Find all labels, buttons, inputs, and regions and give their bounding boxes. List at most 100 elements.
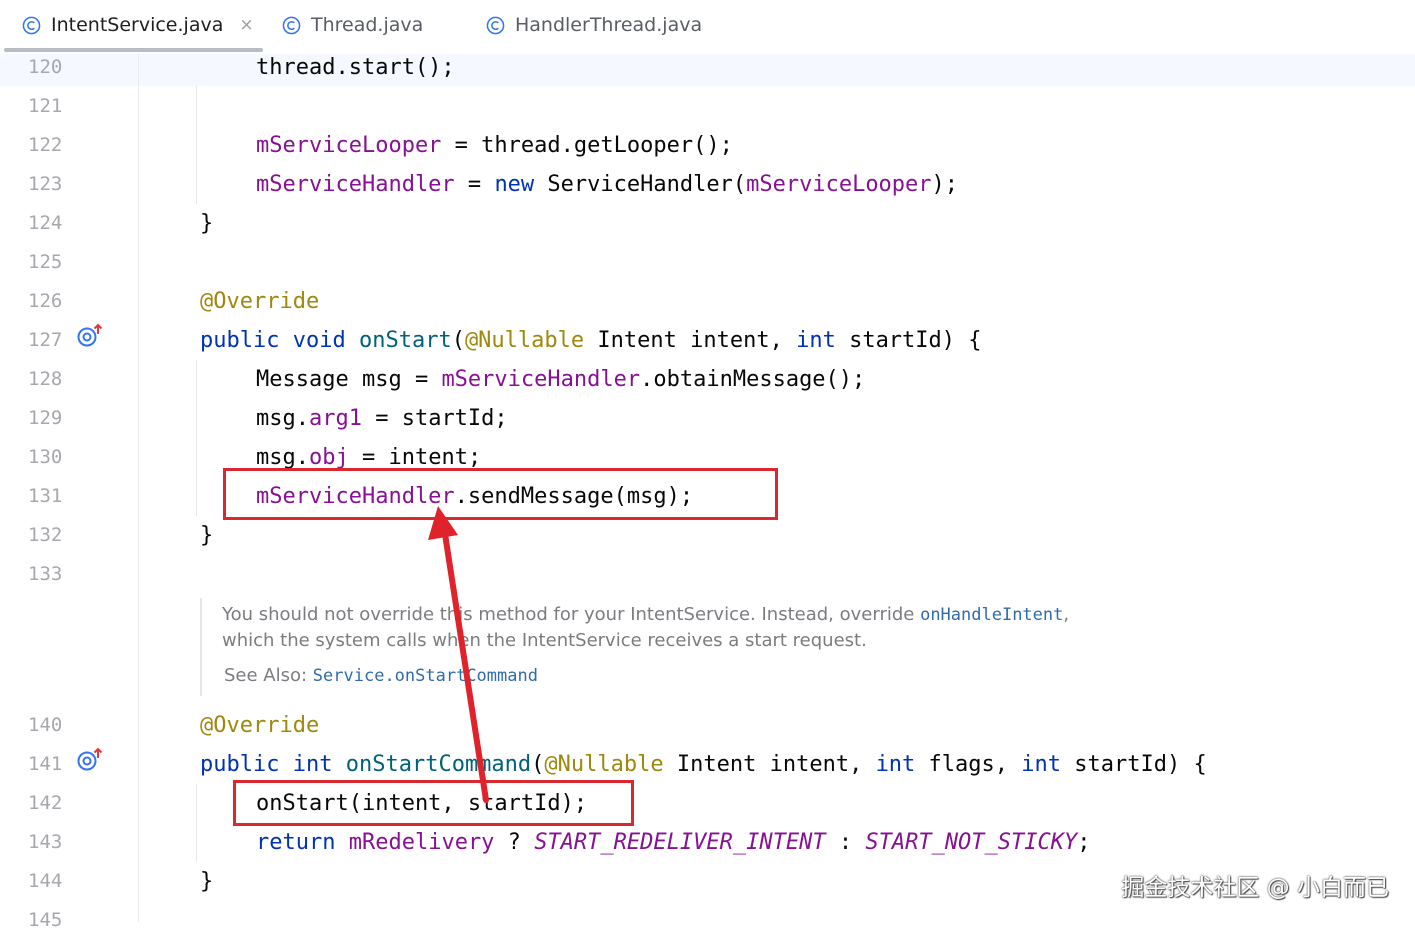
line-number: 143 [28,831,63,853]
code-text: Message msg = [256,367,442,392]
line-number: 131 [28,485,63,507]
watermark: 掘金技术社区 @ 小白而已 [1121,875,1389,901]
annotation-token: @Override [200,289,320,314]
javadoc-code-link[interactable]: onHandleIntent [920,605,1063,625]
method-name-token: onStart [358,328,452,353]
code-text: startId) { [835,328,982,353]
code-text: Intent intent, [663,752,876,777]
line-number: 140 [28,714,63,736]
javadoc-line: You should not override this method for … [222,604,1069,625]
code-line-143[interactable]: return mRedelivery ? START_REDELIVER_INT… [256,823,1091,862]
code-line-120[interactable]: thread.start(); [256,48,455,87]
line-number: 145 [28,909,63,931]
code-text: = startId; [361,406,508,431]
rendered-javadoc[interactable]: You should not override this method for … [200,598,1202,696]
indent-guide [196,360,197,516]
editor-tab-bar: IntentService.java × Thread.java Handler… [0,0,1415,55]
javadoc-text: You should not override this method for … [222,604,921,625]
keyword-token: int [292,752,333,777]
code-line-127[interactable]: public void onStart(@Nullable Intent int… [200,321,982,360]
line-number: 125 [28,251,63,273]
javadoc-text: See Also: [224,665,313,686]
tab-intentservice-java[interactable]: IntentService.java × [22,0,254,50]
constant-token: START_NOT_STICKY [865,830,1078,855]
code-text: = [454,172,495,197]
code-text: msg. [256,445,309,470]
javadoc-code-link[interactable]: Service.onStartCommand [313,666,538,686]
code-line-124[interactable]: } [200,204,213,243]
field-token: mServiceHandler [441,367,641,392]
tab-label: IntentService.java [51,14,224,36]
code-text: } [200,523,214,548]
keyword-token: void [292,328,346,353]
method-name-token: onStartCommand [345,752,532,777]
code-text: thread.start(); [256,55,455,80]
code-text: flags, [915,752,1022,777]
indent-guide [196,784,197,862]
line-number: 144 [28,870,63,892]
indent-guide [196,86,197,204]
code-text: Intent intent, [584,328,797,353]
line-number: 130 [28,446,63,468]
line-number: 128 [28,368,63,390]
field-token: obj [308,445,349,470]
field-token: mServiceHandler [256,172,455,197]
line-number: 123 [28,173,63,195]
code-text: : [825,830,866,855]
class-file-icon [486,16,505,34]
line-number: 126 [28,290,63,312]
code-line-123[interactable]: mServiceHandler = new ServiceHandler(mSe… [256,165,958,204]
tab-label: Thread.java [311,14,424,36]
keyword-token: public [200,752,280,777]
code-text: ; [1077,830,1091,855]
code-line-140[interactable]: @Override [200,706,319,745]
code-text: .obtainMessage(); [640,367,866,392]
field-token: mRedelivery [348,830,495,855]
code-line-122[interactable]: mServiceLooper = thread.getLooper(); [256,126,733,165]
keyword-token: int [1021,752,1062,777]
javadoc-see-also: See Also: Service.onStartCommand [224,665,538,686]
keyword-token: return [256,830,336,855]
javadoc-line: which the system calls when the IntentSe… [222,630,867,651]
line-number: 121 [28,95,63,117]
constant-token: START_REDELIVER_INTENT [534,830,826,855]
line-number: 129 [28,407,63,429]
code-text: ); [931,172,959,197]
annotation-token: @Override [200,713,320,738]
code-text: } [200,869,214,894]
tab-handlerthread-java[interactable]: HandlerThread.java [486,0,702,50]
line-number: 120 [28,56,63,78]
code-text: ( [531,752,545,777]
overrides-method-icon[interactable] [76,322,106,350]
javadoc-text: , [1063,604,1070,625]
highlight-box-onstart-call [233,780,634,826]
code-line-141[interactable]: public int onStartCommand(@Nullable Inte… [200,745,1207,784]
tab-thread-java[interactable]: Thread.java [282,0,423,50]
tab-label: HandlerThread.java [515,14,703,36]
code-line-132[interactable]: } [200,516,213,555]
annotation-token: @Nullable [464,328,585,353]
class-file-icon [282,16,301,34]
code-line-126[interactable]: @Override [200,282,319,321]
code-text: } [200,211,214,236]
keyword-token: new [494,172,535,197]
code-line-144[interactable]: } [200,862,213,901]
line-number: 133 [28,563,63,585]
keyword-token: public [200,328,280,353]
code-text: ? [494,830,535,855]
overrides-method-icon[interactable] [76,746,106,774]
line-number: 122 [28,134,63,156]
field-token: arg1 [308,406,362,431]
code-line-128[interactable]: Message msg = mServiceHandler.obtainMess… [256,360,865,399]
close-tab-icon[interactable]: × [239,15,253,35]
code-text: ( [451,328,465,353]
code-line-129[interactable]: msg.arg1 = startId; [256,399,508,438]
keyword-token: int [875,752,916,777]
line-number: 142 [28,792,63,814]
line-number: 124 [28,212,63,234]
field-token: mServiceLooper [256,133,442,158]
